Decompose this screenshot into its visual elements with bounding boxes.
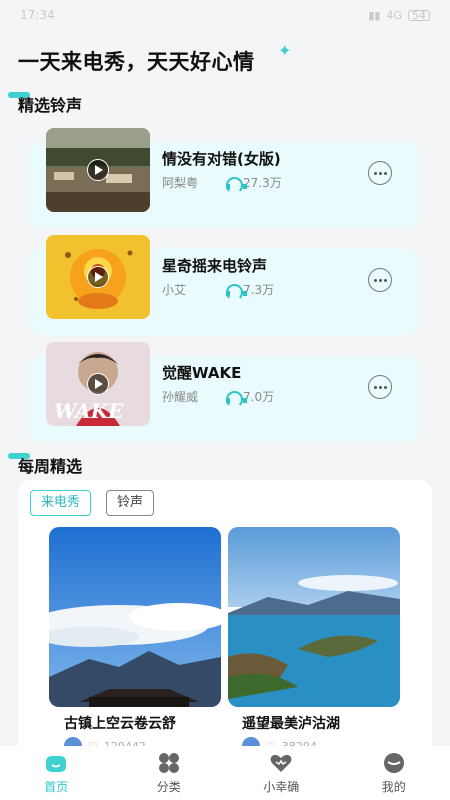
ringtone-cover[interactable] [46,128,150,212]
weekly-panel: 来电秀 铃声 古镇上空云卷云舒 遥望最美泸沽湖 [18,480,432,780]
battery-icon: 54 [408,9,430,21]
play-count: 27.3万 [226,174,282,194]
play-count: 7.0万 [226,388,275,408]
play-count-value: 7.3万 [243,283,275,297]
network-label: 4G [386,8,402,22]
play-count: 7.3万 [226,281,275,301]
sparkle-icon: ✦ [278,41,292,60]
tab-label: 分类 [156,779,181,794]
more-options-button[interactable] [368,375,392,399]
signal-icon: ▮▮ [368,8,381,22]
home-icon [46,755,67,772]
headphone-icon [226,283,247,301]
bottom-tab-bar: 首页 分类 小幸确 我的 [0,746,450,800]
play-button[interactable] [87,159,109,181]
scene-image-lake [228,527,400,707]
ringtone-item[interactable]: 情没有对错(女版) 阿梨粤 27.3万 [28,128,420,228]
weekly-section-title: 每周精选 [8,453,83,477]
tab-category[interactable]: 分类 [113,746,226,800]
scene-image-clouds [49,527,221,707]
tab-label: 小幸确 [263,779,300,794]
tab-call-show[interactable]: 来电秀 [30,490,92,516]
tab-home[interactable]: 首页 [0,746,113,800]
ringtone-item[interactable]: WAKE 觉醒WAKE 孙耀威 7.0万 [28,342,420,442]
ringtone-cover[interactable]: WAKE [46,342,150,426]
play-button[interactable] [87,373,109,395]
tab-profile[interactable]: 我的 [338,746,450,800]
play-button[interactable] [87,266,109,288]
tab-label: 我的 [381,779,406,794]
status-bar: 17:34 ▮▮ 4G 54 [0,0,450,30]
play-count-value: 7.0万 [243,390,275,404]
scene-title: 古镇上空云卷云舒 [64,716,176,732]
section-label: 每周精选 [18,457,83,476]
ringtone-artist: 阿梨粤 [162,176,199,190]
scene-title: 遥望最美泸沽湖 [242,716,340,732]
more-options-button[interactable] [368,161,392,185]
status-icons: ▮▮ 4G 54 [368,9,430,22]
ringtone-cover[interactable] [46,235,150,319]
category-icon [158,752,179,773]
page-title: 一天来电秀，天天好心情 [18,50,255,74]
section-label: 精选铃声 [18,96,83,115]
scene-card-lake[interactable] [228,527,400,707]
tab-ringtone[interactable]: 铃声 [106,490,155,516]
ringtone-artist: 孙耀威 [162,390,199,404]
cover-wake-text: WAKE [54,399,124,423]
headphone-icon [226,390,247,408]
ringtone-item[interactable]: 星奇摇来电铃声 小艾 7.3万 [28,235,420,335]
ringtone-title: 觉醒WAKE [162,364,242,382]
headphone-icon [226,176,247,194]
heart-icon [270,754,292,772]
more-options-button[interactable] [368,268,392,292]
featured-section-title: 精选铃声 [8,92,83,116]
play-count-value: 27.3万 [243,176,282,190]
ringtone-title: 星奇摇来电铃声 [162,257,268,275]
profile-icon [383,752,404,773]
tab-label: 首页 [44,779,69,794]
status-time: 17:34 [20,8,55,22]
ringtone-title: 情没有对错(女版) [162,150,281,168]
ringtone-artist: 小艾 [162,283,187,297]
tab-happiness[interactable]: 小幸确 [225,746,338,800]
scene-card-clouds[interactable] [49,527,221,707]
